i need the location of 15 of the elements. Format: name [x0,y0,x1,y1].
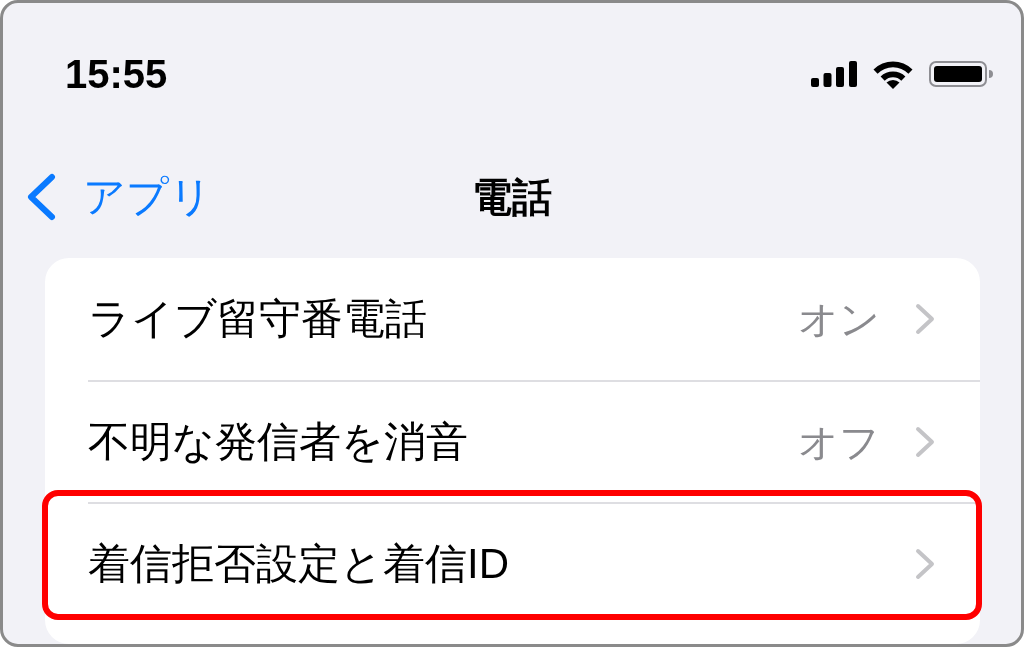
nav-title: 電話 [472,177,552,217]
chevron-right-icon [915,548,935,580]
row-value: オフ [798,422,880,462]
signal-icon [811,61,857,87]
row-value: オン [798,299,880,339]
wifi-icon [872,59,914,89]
chevron-right-icon [915,303,935,335]
back-chevron-icon [25,173,57,221]
row-label[interactable]: ライブ留守番電話 [88,298,427,340]
battery-icon [929,61,993,87]
status-time: 15:55 [65,54,168,94]
chevron-right-icon [915,426,935,458]
row-label[interactable]: 着信拒否設定と着信ID [88,543,509,585]
row-label[interactable]: 不明な発信者を消音 [88,421,468,463]
back-button[interactable]: アプリ [25,173,212,221]
